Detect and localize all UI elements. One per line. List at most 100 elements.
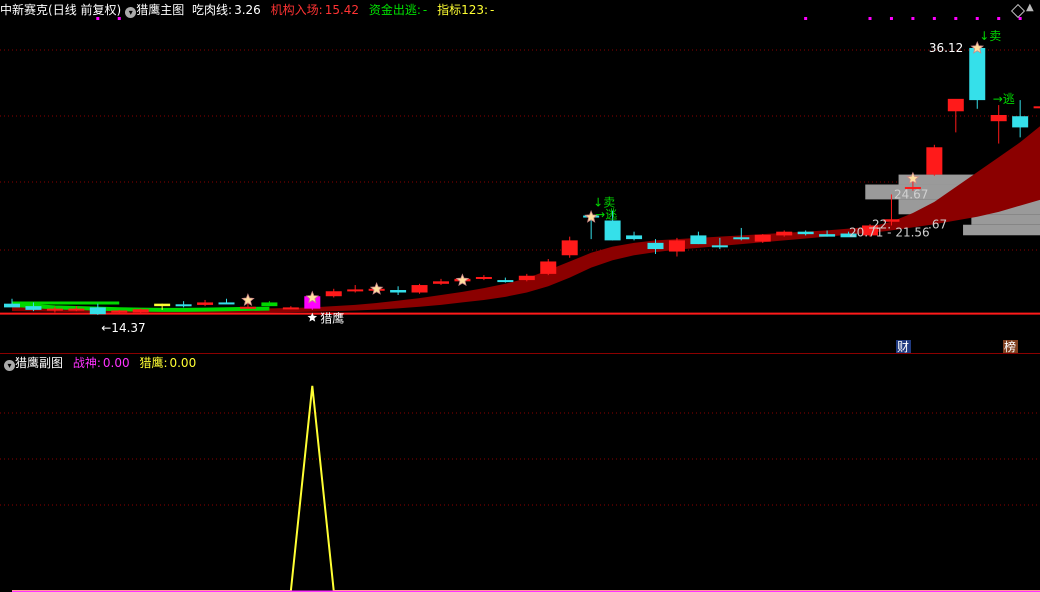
candle-body xyxy=(797,231,814,235)
zhi-biao-value: - xyxy=(490,3,495,17)
candle xyxy=(561,236,578,258)
zone-top-label: 24.67 xyxy=(894,188,928,202)
candle xyxy=(175,301,192,308)
candle xyxy=(390,286,407,295)
dropdown-icon[interactable]: ▾ xyxy=(4,360,15,371)
candle xyxy=(197,299,214,307)
chi-rou-value: 3.26 xyxy=(234,3,261,17)
candle xyxy=(347,285,364,293)
top-dot xyxy=(954,17,958,20)
candle-body xyxy=(497,280,514,283)
candle xyxy=(754,234,771,243)
profile-bar xyxy=(971,214,1040,225)
candle-body xyxy=(754,234,771,242)
main-candlestick-chart: 猎鹰←14.3736.12↓卖→逃↓卖→逃24.6722. .6720.71 - … xyxy=(0,17,1040,354)
zi-jin-label: 资金出逃: xyxy=(368,3,421,17)
up-arrow-icon[interactable]: ▲ xyxy=(1026,2,1034,13)
top-dot xyxy=(868,17,872,20)
candle-body xyxy=(325,291,342,297)
candle xyxy=(733,227,750,241)
candle xyxy=(218,298,235,305)
zi-jin-value: - xyxy=(422,3,428,17)
lie-ying-label: 猎鹰: xyxy=(139,356,168,370)
candle-body xyxy=(668,240,685,252)
top-dot xyxy=(1018,17,1022,20)
top-dot xyxy=(997,17,1001,20)
candle-body xyxy=(475,276,492,279)
candle-body xyxy=(68,308,85,311)
candle xyxy=(433,278,449,286)
candle-body xyxy=(733,237,750,240)
candle-body xyxy=(647,242,664,250)
candle-body xyxy=(390,290,407,293)
candle-body xyxy=(282,307,299,310)
period-label[interactable]: (日线 前复权) xyxy=(48,3,121,17)
lie-ying-line xyxy=(12,385,1040,592)
ji-gou-label: 机构入场: xyxy=(270,3,323,17)
candle-body xyxy=(197,302,214,305)
candle xyxy=(261,301,278,307)
candle-body xyxy=(411,285,428,293)
candle-body xyxy=(4,303,20,308)
candle xyxy=(497,277,514,283)
candle-body xyxy=(218,302,235,305)
candle-body xyxy=(111,310,128,313)
lie-ying-value: 0.00 xyxy=(169,356,197,370)
sub-grid xyxy=(0,412,1040,506)
candle-body xyxy=(947,98,964,112)
candle-body xyxy=(776,231,793,236)
candle-body xyxy=(819,234,836,237)
candle xyxy=(475,275,492,281)
candle-body xyxy=(540,261,557,274)
candle-body xyxy=(711,245,728,248)
candle xyxy=(969,44,986,109)
main-indicator-name[interactable]: 猎鹰主图 xyxy=(136,3,184,17)
sub-header: ▾ 猎鹰副图 战神: 0.00 猎鹰: 0.00 xyxy=(0,353,196,373)
badge-bang: 榜 xyxy=(1004,339,1016,354)
sub-indicator-name[interactable]: 猎鹰副图 xyxy=(15,356,63,370)
candle xyxy=(668,237,685,257)
badge-cai: 财 xyxy=(897,340,909,354)
candle xyxy=(282,306,299,310)
ji-gou-value: 15.42 xyxy=(324,3,360,17)
low-price-label: ←14.37 xyxy=(101,321,145,335)
candle xyxy=(411,283,428,294)
candle xyxy=(690,231,707,245)
escape-label-2: →逃 xyxy=(993,92,1015,106)
candle xyxy=(540,258,557,276)
candle xyxy=(325,288,342,298)
top-dot xyxy=(804,17,808,20)
dropdown-icon[interactable]: ▾ xyxy=(125,7,137,18)
candle-body xyxy=(626,235,643,240)
candle-body xyxy=(518,275,535,281)
chi-rou-label: 吃肉线: xyxy=(192,3,233,17)
candle-body xyxy=(690,235,707,245)
candle-body xyxy=(1033,106,1040,109)
candle-body xyxy=(604,220,621,241)
candle xyxy=(1033,106,1040,109)
lie-ying-label: 猎鹰 xyxy=(320,311,344,326)
candle xyxy=(89,303,106,315)
sell-label-2: ↓卖 xyxy=(979,29,1001,43)
candle-body xyxy=(25,306,42,310)
candle-body xyxy=(347,289,364,292)
escape-label-1: →逃 xyxy=(595,208,617,222)
candle-body xyxy=(132,309,149,313)
candle-body xyxy=(46,308,63,311)
zone-low-label: 20.71 - 21.56 xyxy=(849,226,930,240)
candle-body xyxy=(433,281,449,284)
candle-body xyxy=(990,114,1007,122)
candle-body xyxy=(969,47,986,101)
candle-body xyxy=(89,307,106,315)
candles xyxy=(4,44,1040,315)
candle-body xyxy=(175,304,192,307)
candle xyxy=(626,231,643,241)
stock-name[interactable]: 中新赛克 xyxy=(0,3,48,17)
star-signal xyxy=(455,273,470,287)
zone-mid-right-label: .67 xyxy=(928,217,947,231)
profile-bar xyxy=(963,224,1040,236)
top-dot xyxy=(889,17,893,20)
main-header: 中新赛克(日线 前复权) ▾ 猎鹰主图 吃肉线: 3.26 机构入场: 15.42 资金… xyxy=(0,0,494,20)
top-dot xyxy=(975,17,979,20)
candle-body xyxy=(1012,116,1029,128)
